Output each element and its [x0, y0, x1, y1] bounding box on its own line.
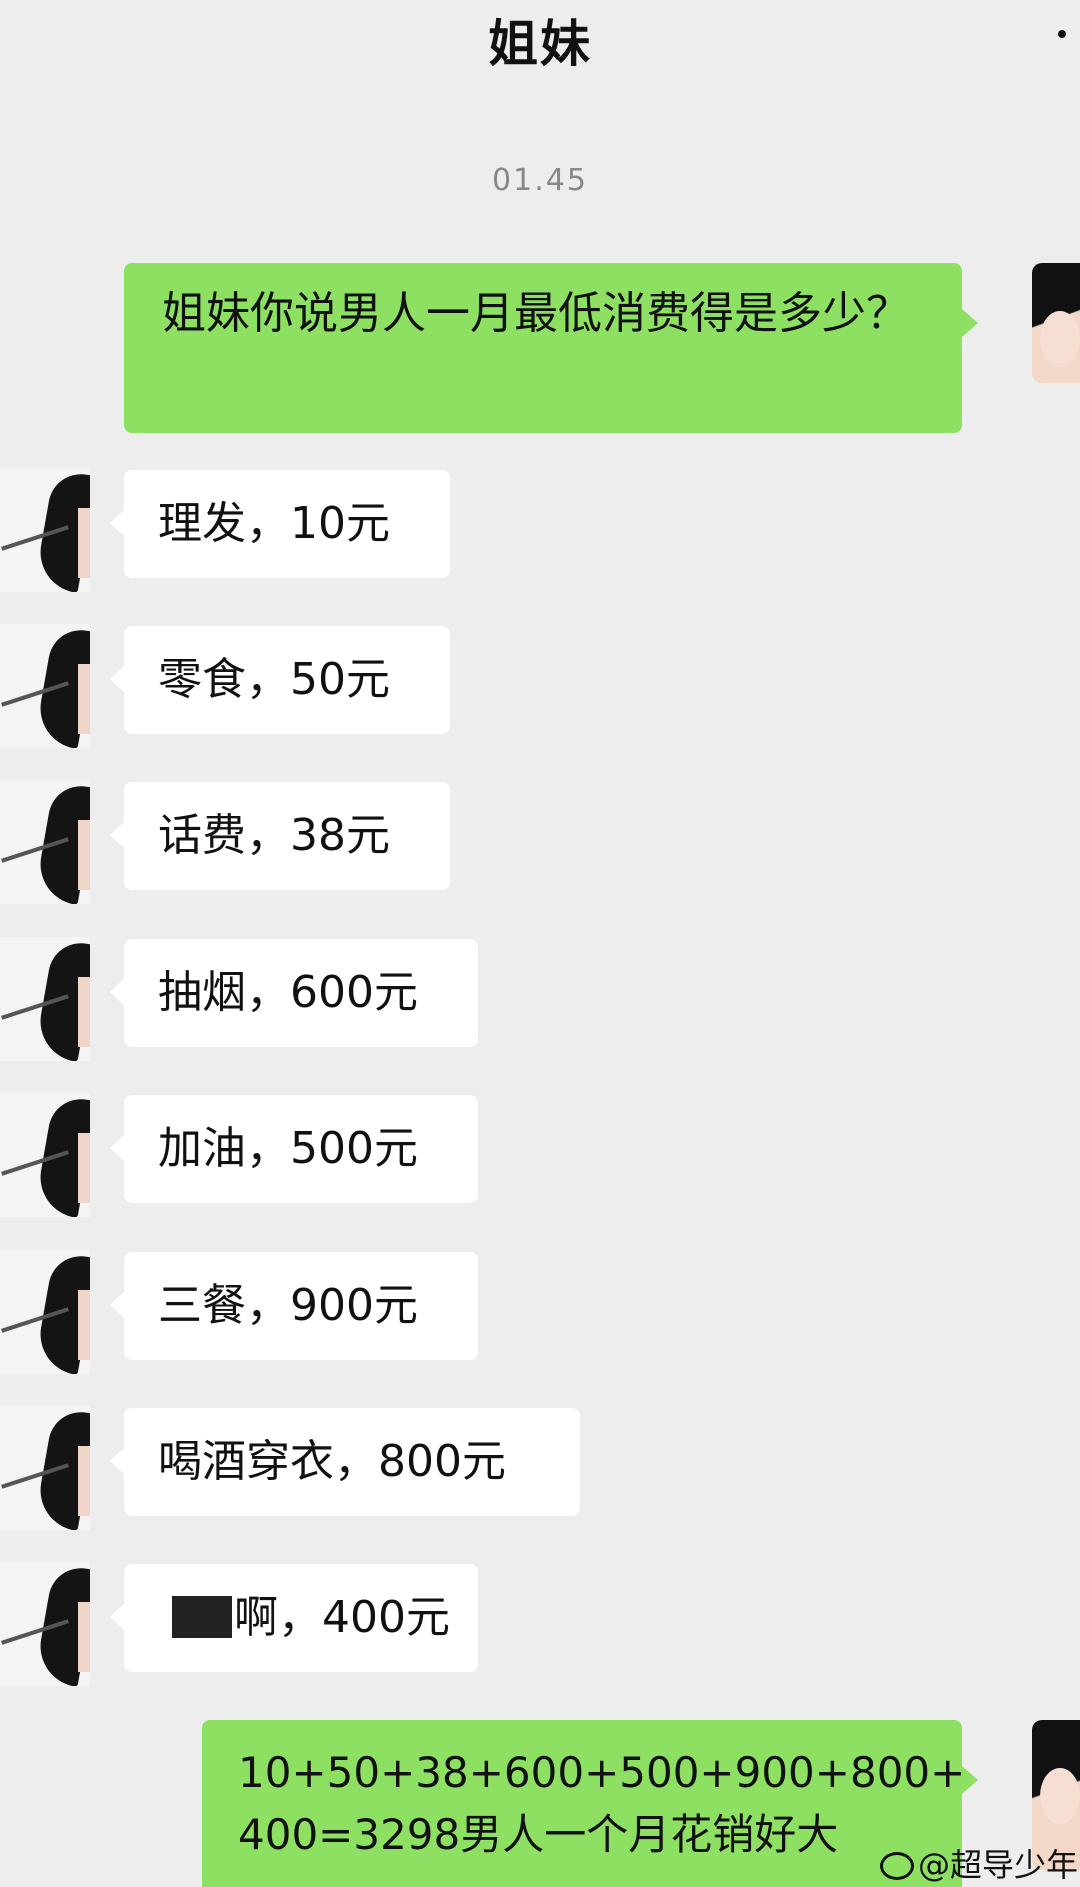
- message-text: 喝酒穿衣，800元: [158, 1436, 506, 1487]
- received-message-bubble[interactable]: 话费，38元: [110, 782, 450, 890]
- my-avatar[interactable]: [1032, 263, 1080, 383]
- message-text: 加油，500元: [158, 1123, 418, 1174]
- sent-message-bubble[interactable]: 10+50+38+600+500+900+800+ 400=3298男人一个月花…: [202, 1720, 978, 1887]
- message-timestamp: 01.45: [492, 163, 588, 198]
- message-text: 理发，10元: [158, 498, 390, 549]
- received-message-bubble[interactable]: 加油，500元: [110, 1095, 478, 1203]
- chat-title: 姐妹: [488, 15, 592, 73]
- received-message-bubble[interactable]: 三餐，900元: [110, 1252, 478, 1360]
- watermark-text: @超导少年: [918, 1846, 1079, 1884]
- sister-avatar[interactable]: [0, 624, 90, 748]
- sister-avatar[interactable]: [0, 1562, 90, 1686]
- weibo-watermark: @超导少年: [880, 1840, 1078, 1886]
- censor-mark: [172, 1596, 232, 1638]
- message-text: 啊，400元: [234, 1592, 450, 1643]
- weibo-icon: [880, 1852, 914, 1880]
- message-text: 零食，50元: [158, 654, 390, 705]
- message-text: 话费，38元: [158, 810, 390, 861]
- received-message-bubble[interactable]: 理发，10元: [110, 470, 450, 578]
- chat-header: 姐妹: [0, 0, 1080, 80]
- sent-message-bubble[interactable]: 姐妹你说男人一月最低消费得是多少？: [124, 263, 978, 433]
- sister-avatar[interactable]: [0, 1406, 90, 1530]
- sister-avatar[interactable]: [0, 1250, 90, 1374]
- received-message-bubble[interactable]: 抽烟，600元: [110, 939, 478, 1047]
- sister-avatar[interactable]: [0, 780, 90, 904]
- sister-avatar[interactable]: [0, 468, 90, 592]
- received-message-bubble[interactable]: 喝酒穿衣，800元: [110, 1408, 580, 1516]
- received-message-bubble[interactable]: 零食，50元: [110, 626, 450, 734]
- received-message-bubble[interactable]: 啊，400元: [110, 1564, 478, 1672]
- sister-avatar[interactable]: [0, 937, 90, 1061]
- message-text: 三餐，900元: [158, 1280, 418, 1331]
- message-text: 姐妹你说男人一月最低消费得是多少？: [162, 288, 910, 339]
- sister-avatar[interactable]: [0, 1093, 90, 1217]
- message-text-line: 400=3298男人一个月花销好大: [238, 1810, 839, 1859]
- message-text: 抽烟，600元: [158, 967, 418, 1018]
- more-icon[interactable]: [1058, 30, 1066, 38]
- message-text-line: 10+50+38+600+500+900+800+: [238, 1748, 966, 1797]
